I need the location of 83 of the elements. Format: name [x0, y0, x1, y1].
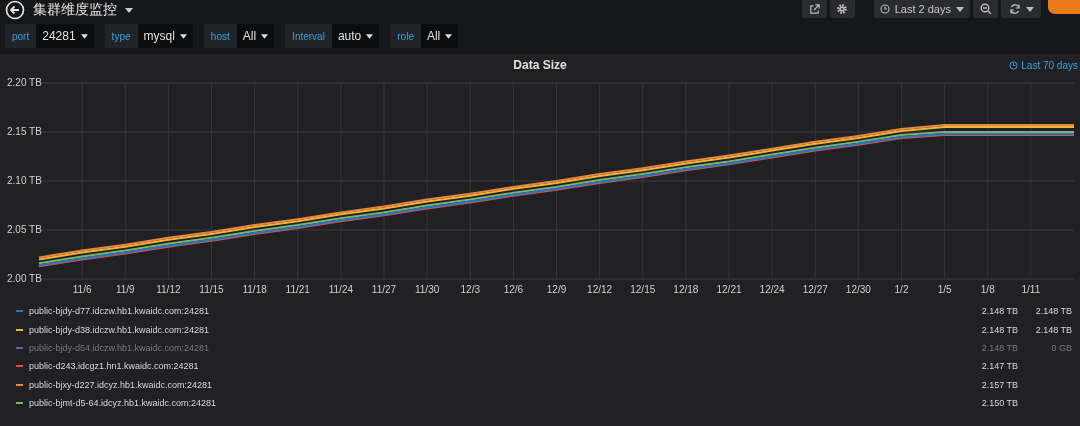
- legend-value: 0 GB: [1050, 342, 1072, 353]
- x-axis-label: 11/30: [415, 284, 440, 295]
- variable-dropdown[interactable]: auto: [331, 24, 380, 48]
- series-swatch[interactable]: [16, 402, 23, 405]
- time-range-picker[interactable]: Last 2 days: [873, 0, 970, 18]
- legend-value: 2.150 TB: [980, 398, 1018, 409]
- x-axis-label: 12/30: [845, 284, 871, 295]
- caret-icon: [179, 33, 187, 39]
- legend-value: 2.148 TB: [980, 324, 1018, 335]
- x-axis-label: 11/18: [242, 284, 267, 295]
- legend-item[interactable]: public-bjdy-d54.idczw.hb1.kwaidc.com:24281: [29, 342, 964, 353]
- variable-dropdown[interactable]: 24281: [36, 24, 94, 48]
- legend-value: 2.157 TB: [980, 379, 1018, 390]
- share-button[interactable]: [801, 0, 827, 18]
- series-swatch[interactable]: [16, 365, 23, 368]
- caret-icon: [80, 33, 88, 39]
- variable-label: port: [5, 24, 37, 48]
- caret-icon[interactable]: [125, 7, 133, 13]
- series-swatch[interactable]: [16, 346, 23, 349]
- refresh-icon: [1008, 3, 1021, 15]
- share-icon: [808, 3, 820, 15]
- variable-dropdown[interactable]: All: [420, 24, 459, 48]
- caret-icon: [445, 33, 453, 39]
- legend-item[interactable]: public-bjdy-d77.idczw.hb1.kwaidc.com:24281: [29, 306, 964, 317]
- x-axis-label: 12/6: [503, 284, 524, 295]
- clock-icon: [1009, 61, 1019, 70]
- x-axis-label: 12/3: [460, 284, 480, 295]
- legend-value: 2.148 TB: [1034, 324, 1072, 335]
- x-axis-label: 12/27: [802, 284, 828, 295]
- x-axis-label: 12/24: [759, 284, 785, 295]
- time-override-label: Last 70 days: [1009, 60, 1078, 71]
- x-axis-label: 11/9: [115, 284, 135, 295]
- variable-label: role: [390, 24, 421, 48]
- settings-button[interactable]: [829, 0, 855, 18]
- series-swatch[interactable]: [16, 328, 23, 331]
- x-axis-label: 1/11: [1021, 284, 1041, 295]
- settings-icon: [836, 3, 849, 15]
- legend-item[interactable]: public-bjdy-d38.idczw.hb1.kwaidc.com:24281: [29, 324, 964, 335]
- clock-icon: [879, 4, 890, 14]
- variable-label: host: [203, 24, 237, 48]
- x-axis-label: 11/24: [328, 284, 353, 295]
- x-axis-label: 11/15: [199, 284, 224, 295]
- legend-item[interactable]: public-bjxy-d227.idcyz.hb1.kwaidc.com:24281: [29, 379, 964, 390]
- x-axis-label: 12/12: [587, 284, 613, 295]
- legend-item[interactable]: public-bjmt-d5-64.idcyz.hb1.kwaidc.com:24281: [29, 398, 964, 409]
- series-swatch[interactable]: [16, 383, 23, 386]
- series-swatch[interactable]: [16, 310, 23, 313]
- caret-icon: [261, 33, 269, 39]
- variable-label: type: [104, 24, 138, 48]
- zoom-out-button[interactable]: [973, 0, 998, 18]
- x-axis-label: 11/12: [156, 284, 181, 295]
- refresh-button[interactable]: [1001, 0, 1041, 18]
- panel-title[interactable]: Data Size: [513, 58, 567, 72]
- caret-icon: [1025, 6, 1034, 12]
- variable-dropdown[interactable]: All: [236, 24, 275, 48]
- x-axis-label: 12/9: [546, 284, 567, 295]
- caret-icon: [956, 6, 964, 12]
- y-axis-label: 2.00 TB: [7, 273, 42, 284]
- variable-dropdown[interactable]: mysql: [137, 24, 193, 48]
- y-axis-label: 2.15 TB: [7, 126, 42, 137]
- legend-item[interactable]: public-d243.idcgz1.hn1.kwaidc.com:24281: [29, 361, 964, 372]
- y-axis-label: 2.20 TB: [7, 77, 42, 88]
- x-axis-label: 12/21: [716, 284, 742, 295]
- x-axis-label: 1/5: [937, 284, 952, 295]
- legend-value: 2.148 TB: [1034, 306, 1072, 317]
- legend-value: 2.147 TB: [980, 361, 1018, 372]
- back-icon[interactable]: [5, 0, 25, 20]
- x-axis-label: 12/15: [630, 284, 656, 295]
- zoom-out-icon: [979, 3, 992, 15]
- caret-icon: [366, 33, 374, 39]
- dashboard-title[interactable]: 集群维度监控: [33, 1, 117, 19]
- x-axis-label: 1/2: [894, 284, 909, 295]
- x-axis-label: 11/6: [72, 284, 92, 295]
- variable-label: Interval: [285, 24, 332, 48]
- legend-value: 2.148 TB: [980, 306, 1018, 317]
- legend-value: 2.148 TB: [980, 342, 1018, 353]
- x-axis-label: 12/18: [673, 284, 699, 295]
- y-axis-label: 2.10 TB: [7, 175, 42, 186]
- x-axis-label: 11/27: [371, 284, 397, 295]
- y-axis-label: 2.05 TB: [7, 224, 42, 235]
- account-button[interactable]: [1048, 0, 1080, 14]
- x-axis-label: 1/8: [980, 284, 995, 295]
- x-axis-label: 11/21: [285, 284, 310, 295]
